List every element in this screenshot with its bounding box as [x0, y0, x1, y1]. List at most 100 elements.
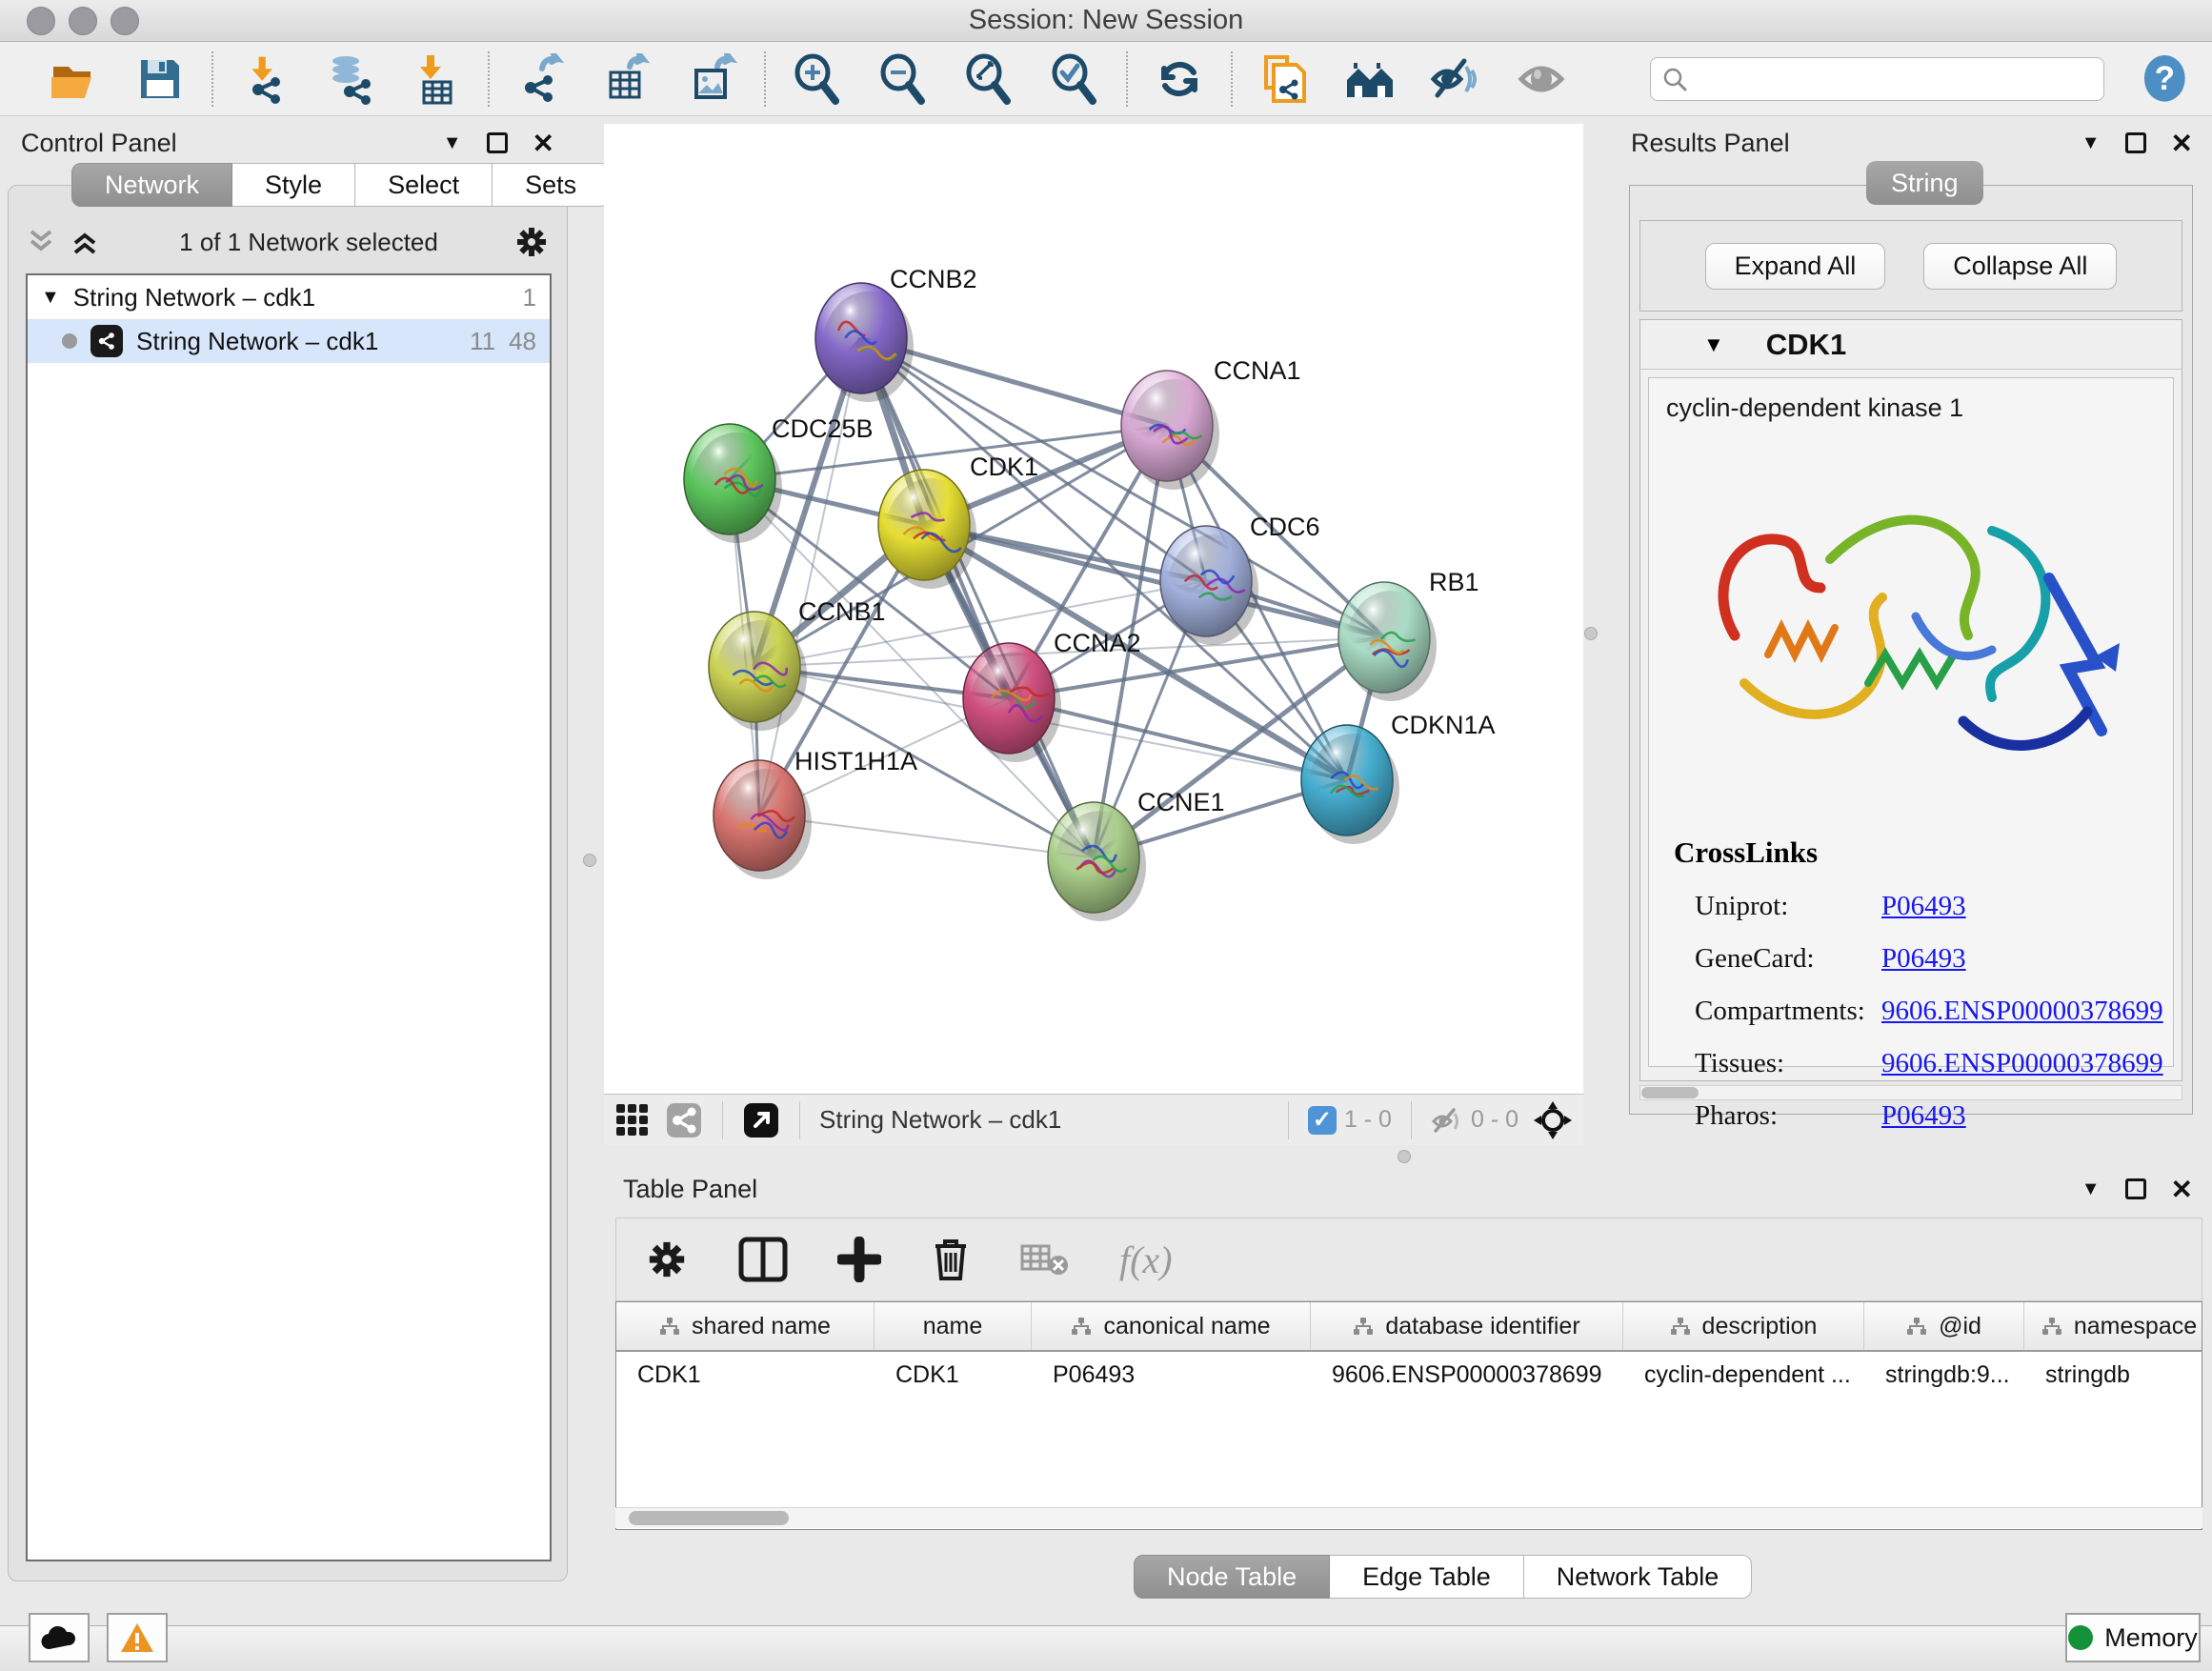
network-collection-row[interactable]: ▼ String Network – cdk1 1	[28, 275, 550, 319]
crosslink-link[interactable]: P06493	[1881, 1100, 1966, 1132]
warning-button[interactable]	[107, 1613, 168, 1662]
crosslink-link[interactable]: P06493	[1881, 943, 1966, 975]
table-panel-title: Table Panel	[623, 1175, 757, 1204]
crosslink-label: Tissues:	[1674, 1048, 1881, 1079]
tab-string[interactable]: String	[1866, 161, 1983, 205]
expand-all-icon[interactable]	[70, 226, 104, 258]
tab-network-table[interactable]: Network Table	[1524, 1555, 1753, 1599]
help-button[interactable]: ?	[2141, 54, 2189, 104]
results-buttons-bar: Expand All Collapse All	[1639, 220, 2182, 312]
grid-view-icon[interactable]	[613, 1101, 652, 1139]
table-gear-icon[interactable]	[645, 1237, 689, 1282]
expand-all-button[interactable]: Expand All	[1705, 243, 1886, 290]
control-panel-menu-icon[interactable]: ▼	[443, 132, 462, 154]
hide-selected-button[interactable]	[1429, 52, 1482, 106]
entry-collapse-icon[interactable]: ▼	[1703, 332, 1724, 357]
network-graph[interactable]: CCNB2CCNA1CDC25BCDK1CDC6RB1CCNB1CCNA2HIS…	[604, 124, 1583, 1094]
open-file-button[interactable]	[48, 52, 101, 106]
table-header-row: shared namenamecanonical namedatabase id…	[616, 1302, 2202, 1352]
column-header-shared-name[interactable]: shared name	[616, 1302, 875, 1350]
crosslink-link[interactable]: 9606.ENSP00000378699	[1881, 996, 2163, 1027]
network-node-CCNB1[interactable]: CCNB1	[709, 597, 886, 731]
gear-icon[interactable]	[513, 224, 550, 260]
network-node-CDC6[interactable]: CDC6	[1160, 513, 1320, 645]
network-node-CDKN1A[interactable]: CDKN1A	[1301, 711, 1496, 844]
function-builder-icon[interactable]: f(x)	[1119, 1238, 1173, 1282]
network-node-HIST1H1A[interactable]: HIST1H1A	[714, 747, 917, 879]
import-network-database-button[interactable]	[324, 52, 377, 106]
network-node-CCNE1[interactable]: CCNE1	[1048, 788, 1225, 921]
zoom-selected-button[interactable]	[1048, 52, 1101, 106]
table-row[interactable]: CDK1CDK1P064939606.ENSP00000378699cyclin…	[616, 1352, 2202, 1398]
save-session-button[interactable]	[133, 52, 187, 106]
crosslink-link[interactable]: P06493	[1881, 891, 1966, 922]
node-label-CDK1: CDK1	[970, 453, 1038, 481]
tab-select[interactable]: Select	[355, 163, 493, 207]
tab-sets[interactable]: Sets	[493, 163, 610, 207]
network-view-icon[interactable]	[665, 1101, 703, 1139]
column-header-namespace[interactable]: namespace	[2024, 1302, 2202, 1350]
zoom-out-button[interactable]	[876, 52, 930, 106]
table-horizontal-scrollbar[interactable]	[615, 1507, 2202, 1528]
export-image-button[interactable]	[686, 52, 739, 106]
column-header-name[interactable]: name	[875, 1302, 1032, 1350]
zoom-fit-button[interactable]	[962, 52, 1016, 106]
delete-column-icon[interactable]	[931, 1237, 971, 1282]
selected-checkbox-icon[interactable]: ✓	[1308, 1106, 1337, 1135]
tab-node-table[interactable]: Node Table	[1134, 1555, 1330, 1599]
network-row[interactable]: String Network – cdk1 11 48	[28, 319, 550, 363]
cloud-button[interactable]	[29, 1613, 90, 1662]
minimize-window-icon[interactable]	[69, 7, 97, 35]
split-columns-icon[interactable]	[738, 1237, 788, 1282]
export-table-button[interactable]	[600, 52, 654, 106]
collapse-all-icon[interactable]	[26, 226, 60, 258]
control-panel-close-icon[interactable]: ✕	[533, 128, 554, 159]
show-all-button[interactable]	[1515, 52, 1568, 106]
left-splitter-handle[interactable]	[583, 854, 596, 867]
right-splitter-handle[interactable]	[1584, 627, 1598, 640]
network-node-CDC25B[interactable]: CDC25B	[684, 414, 874, 543]
birds-eye-view-icon[interactable]	[1532, 1099, 1574, 1141]
collapse-all-button[interactable]: Collapse All	[1923, 243, 2117, 290]
memory-button[interactable]: Memory	[2065, 1613, 2201, 1662]
import-network-file-button[interactable]	[238, 52, 292, 106]
search-box[interactable]	[1650, 57, 2104, 101]
warning-icon	[119, 1621, 155, 1654]
export-network-button[interactable]	[514, 52, 568, 106]
results-panel-close-icon[interactable]: ✕	[2171, 128, 2193, 159]
results-panel-float-icon[interactable]	[2125, 132, 2146, 153]
open-in-new-window-icon[interactable]	[742, 1101, 780, 1139]
network-node-RB1[interactable]: RB1	[1338, 568, 1479, 701]
network-canvas[interactable]: CCNB2CCNA1CDC25BCDK1CDC6RB1CCNB1CCNA2HIS…	[604, 124, 1583, 1094]
results-panel-menu-icon[interactable]: ▼	[2081, 132, 2101, 154]
table-panel-close-icon[interactable]: ✕	[2171, 1174, 2193, 1205]
clone-network-button[interactable]	[1257, 52, 1311, 106]
bottom-splitter-handle[interactable]	[1398, 1150, 1411, 1163]
first-neighbors-button[interactable]	[1343, 52, 1397, 106]
crosslink-link[interactable]: 9606.ENSP00000378699	[1881, 1048, 2163, 1079]
zoom-in-button[interactable]	[791, 52, 844, 106]
column-header-database-identifier[interactable]: database identifier	[1311, 1302, 1623, 1350]
tab-edge-table[interactable]: Edge Table	[1330, 1555, 1524, 1599]
tab-network[interactable]: Network	[71, 163, 232, 207]
close-window-icon[interactable]	[27, 7, 55, 35]
add-column-icon[interactable]	[837, 1237, 881, 1282]
network-node-CDK1[interactable]: CDK1	[878, 453, 1038, 589]
table-panel-float-icon[interactable]	[2125, 1178, 2146, 1199]
tab-style[interactable]: Style	[232, 163, 355, 207]
delete-table-icon[interactable]	[1020, 1237, 1070, 1282]
column-header-canonical-name[interactable]: canonical name	[1032, 1302, 1311, 1350]
search-input[interactable]	[1695, 65, 2092, 92]
maximize-window-icon[interactable]	[111, 7, 139, 35]
table-panel-menu-icon[interactable]: ▼	[2081, 1178, 2101, 1200]
traffic-lights[interactable]	[27, 7, 139, 35]
import-table-file-button[interactable]	[410, 52, 463, 106]
network-node-CCNB2[interactable]: CCNB2	[815, 265, 977, 402]
collection-expand-icon[interactable]: ▼	[41, 287, 60, 309]
apply-layout-button[interactable]	[1153, 52, 1206, 106]
column-header--id[interactable]: @id	[1864, 1302, 2024, 1350]
control-panel-float-icon[interactable]	[487, 132, 508, 153]
table-panel: Table Panel ▼ ✕ f(x) shared namenamecano…	[610, 1170, 2206, 1620]
column-header-description[interactable]: description	[1623, 1302, 1864, 1350]
results-scrollbar[interactable]	[1639, 1085, 2182, 1100]
